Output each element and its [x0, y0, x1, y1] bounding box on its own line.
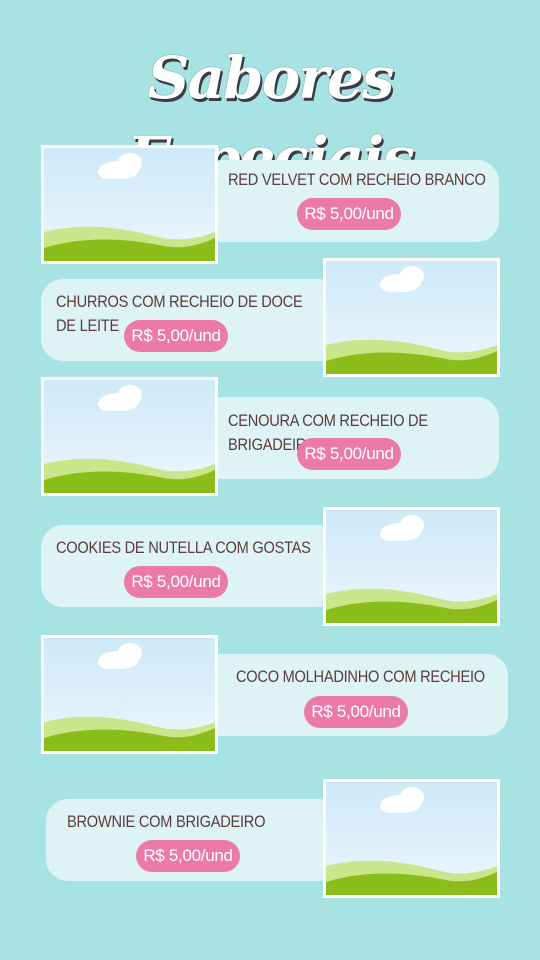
product-image: [41, 377, 218, 496]
price-badge: R$ 5,00/und: [297, 438, 401, 470]
product-name: COOKIES DE NUTELLA COM GOSTAS: [56, 538, 311, 557]
price-badge: R$ 5,00/und: [297, 198, 401, 230]
landscape-placeholder-image: [326, 787, 497, 895]
product-image: [41, 635, 218, 754]
price-badge: R$ 5,00/und: [124, 320, 228, 352]
product-name: COCO MOLHADINHO COM RECHEIO: [236, 667, 485, 686]
product-image: [41, 145, 218, 264]
price-badge: R$ 5,00/und: [136, 840, 240, 872]
landscape-placeholder-image: [44, 385, 215, 493]
product-name: BROWNIE COM BRIGADEIRO: [67, 812, 266, 831]
landscape-placeholder-image: [326, 266, 497, 374]
landscape-placeholder-image: [44, 643, 215, 751]
landscape-placeholder-image: [326, 515, 497, 623]
price-badge: R$ 5,00/und: [304, 696, 408, 728]
price-badge: R$ 5,00/und: [124, 566, 228, 598]
product-image: [323, 779, 500, 898]
landscape-placeholder-image: [44, 153, 215, 261]
product-image: [323, 258, 500, 377]
product-name: RED VELVET COM RECHEIO BRANCO: [228, 170, 486, 189]
product-image: [323, 507, 500, 626]
